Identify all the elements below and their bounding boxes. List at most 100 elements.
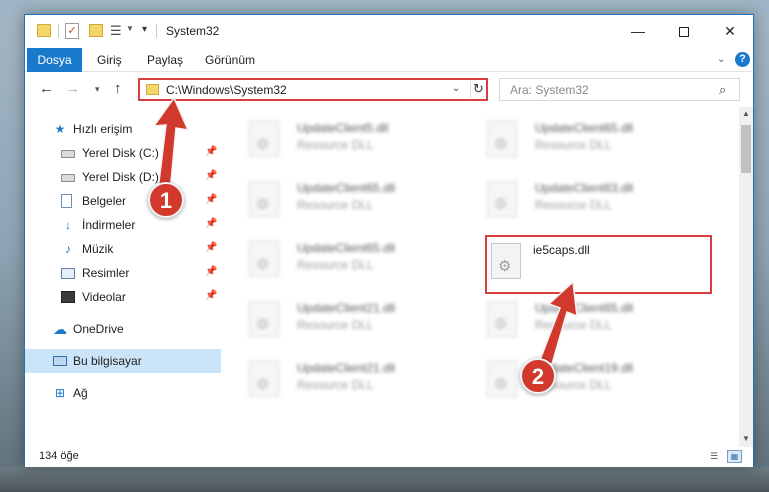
file-item[interactable]: ⚙ UpdateClient65.dll Resource DLL [247,179,467,223]
address-bar[interactable]: C:\Windows\System32 ⌄ ↻ [138,78,488,101]
pin-icon[interactable]: 📌 [205,242,217,253]
maximize-icon [679,27,689,38]
properties-icon[interactable]: ☰ [110,23,126,39]
scrollbar-thumb[interactable] [741,125,751,173]
file-item[interactable]: ⚙ UpdateClient63.dll Resource DLL [485,179,705,223]
gear-icon: ⚙ [256,136,270,153]
sidebar-item-label: Müzik [82,242,114,256]
scroll-down-icon[interactable]: ▼ [742,434,750,443]
chevron-down-icon[interactable]: ▼ [126,24,134,42]
chevron-down-icon[interactable]: ⌄ [452,83,460,94]
new-folder-icon[interactable] [89,24,103,37]
callout-2: 2 [520,358,556,394]
sidebar-item-music[interactable]: ♪ Müzik 📌 [25,237,221,261]
maximize-button[interactable] [661,15,707,47]
file-item[interactable]: ⚙ UpdateClient65.dll Resource DLL [485,119,705,163]
properties-check-icon[interactable]: ✓ [65,23,79,39]
pin-icon[interactable]: 📌 [205,194,217,205]
file-type: Resource DLL [535,198,612,212]
sidebar-item-documents[interactable]: Belgeler 📌 [25,189,221,213]
dll-file-icon: ⚙ [249,121,279,157]
pin-icon[interactable]: 📌 [205,266,217,277]
scroll-up-icon[interactable]: ▲ [742,109,750,118]
pictures-icon [61,268,75,279]
desktop-background-bottom [0,467,769,492]
sidebar-item-label: Bu bilgisayar [73,354,142,368]
sidebar-item-label: Videolar [82,290,126,304]
close-button[interactable]: ✕ [707,15,753,47]
title-bar: ✓ ☰ ▼ ▾ System32 — ✕ [25,15,753,48]
file-name: UpdateClient65.dll [535,121,634,135]
dll-file-icon: ⚙ [487,181,517,217]
minimize-button[interactable]: — [615,15,661,47]
search-icon[interactable]: ⌕ [719,82,726,98]
ribbon-tabs: Dosya Giriş Paylaş Görünüm ⌄ ? [25,48,753,72]
sidebar-item-label: Yerel Disk (D:) [82,170,159,184]
sidebar-item-quick-access[interactable]: ★ Hızlı erişim [25,117,221,141]
search-box[interactable]: Ara: System32 ⌕ [499,78,740,101]
file-explorer-window: ✓ ☰ ▼ ▾ System32 — ✕ Dosya Giriş Paylaş … [24,14,754,467]
file-name: UpdateClient65.dll [535,301,634,315]
file-type: Resource DLL [297,378,374,392]
sidebar-item-label: Yerel Disk (C:) [82,146,159,160]
download-icon: ↓ [65,218,71,232]
file-item[interactable]: ⚙ UpdateClient19.dll Resource DLL [485,359,705,403]
dll-file-icon: ⚙ [487,361,517,397]
sidebar-item-pictures[interactable]: Resimler 📌 [25,261,221,285]
sidebar-item-label: Belgeler [82,194,127,208]
customize-toolbar-icon[interactable]: ▾ [142,24,147,42]
tab-view[interactable]: Görünüm [195,48,265,72]
help-icon[interactable]: ? [735,52,750,67]
sidebar-item-this-pc[interactable]: Bu bilgisayar [25,349,221,373]
pin-icon[interactable]: 📌 [205,170,217,181]
sidebar-item-downloads[interactable]: ↓ İndirmeler 📌 [25,213,221,237]
tab-file[interactable]: Dosya [27,48,82,72]
navigation-pane: ★ Hızlı erişim Yerel Disk (C:) 📌 Yerel D… [25,107,221,447]
recent-locations-icon[interactable]: ▾ [95,84,100,95]
drive-icon [61,174,75,182]
forward-arrow-icon[interactable]: → [65,80,80,97]
pin-icon[interactable]: 📌 [205,290,217,301]
gear-icon: ⚙ [256,196,270,213]
tab-share[interactable]: Paylaş [137,48,193,72]
refresh-icon[interactable]: ↻ [470,81,486,98]
dll-file-icon: ⚙ [249,301,279,337]
file-type: Resource DLL [297,138,374,152]
large-icons-view-icon[interactable]: ▦ [727,450,742,463]
sidebar-item-network[interactable]: ⊞ Ağ [25,381,221,405]
file-item[interactable]: ⚙ UpdateClient5.dll Resource DLL [247,119,467,163]
vertical-scrollbar[interactable]: ▲ ▼ [739,107,753,447]
file-name: UpdateClient63.dll [535,181,634,195]
file-name: UpdateClient65.dll [297,241,396,255]
sidebar-item-videos[interactable]: Videolar 📌 [25,285,221,309]
item-count: 134 öğe [39,450,79,462]
callout-1: 1 [148,182,184,218]
sidebar-item-onedrive[interactable]: ☁ OneDrive [25,317,221,341]
file-item[interactable]: ⚙ UpdateClient21.dll Resource DLL [247,359,467,403]
file-item[interactable]: ⚙ UpdateClient65.dll Resource DLL [247,239,467,283]
close-icon: ✕ [724,23,736,39]
sidebar-item-local-disk-d[interactable]: Yerel Disk (D:) 📌 [25,165,221,189]
file-item[interactable]: ⚙ UpdateClient65.dll Resource DLL [485,299,705,343]
cloud-icon: ☁ [53,321,67,337]
address-path[interactable]: C:\Windows\System32 [166,83,287,97]
gear-icon: ⚙ [494,136,508,153]
back-arrow-icon[interactable]: ← [39,80,54,97]
pin-icon[interactable]: 📌 [205,146,217,157]
gear-icon: ⚙ [494,316,508,333]
sidebar-item-label: Ağ [73,386,88,400]
tab-home[interactable]: Giriş [87,48,132,72]
minimize-icon: — [631,23,645,39]
video-icon [61,291,75,303]
document-icon [61,194,72,208]
pin-icon[interactable]: 📌 [205,218,217,229]
highlight-box [485,235,712,294]
up-arrow-icon[interactable]: ↑ [114,80,122,97]
search-input[interactable]: Ara: System32 [510,83,589,97]
file-type: Resource DLL [297,198,374,212]
dll-file-icon: ⚙ [487,301,517,337]
expand-ribbon-icon[interactable]: ⌄ [717,54,725,65]
file-item[interactable]: ⚙ UpdateClient21.dll Resource DLL [247,299,467,343]
sidebar-item-local-disk-c[interactable]: Yerel Disk (C:) 📌 [25,141,221,165]
details-view-icon[interactable]: ☰ [707,451,721,462]
